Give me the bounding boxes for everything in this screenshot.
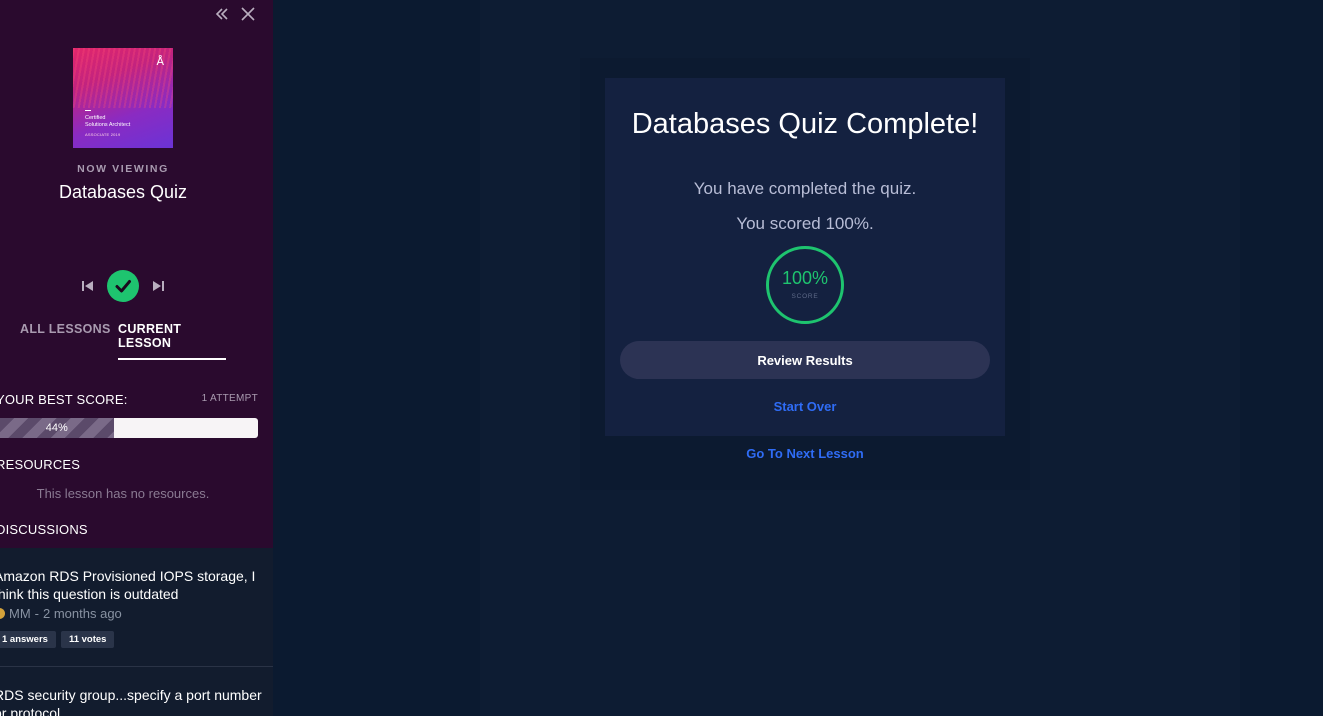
lesson-player-controls <box>79 270 167 302</box>
discussion-question[interactable]: RDS security group...specify a port numb… <box>0 686 273 716</box>
answers-badge: 1 answers <box>0 631 56 648</box>
cover-subtitle: ASSOCIATE 2019 <box>85 132 121 137</box>
discussion-tags: 1 answers 11 votes <box>0 631 273 648</box>
discussion-time: 2 months ago <box>43 606 122 621</box>
skip-next-icon[interactable] <box>149 277 167 295</box>
no-resources-text: This lesson has no resources. <box>36 486 210 501</box>
tab-current-lesson[interactable]: CURRENT LESSON <box>118 322 226 360</box>
score-label: SCORE <box>791 293 819 300</box>
lesson-tabs: ALL LESSONS CURRENT LESSON <box>0 322 273 360</box>
completed-message: You have completed the quiz. <box>693 179 917 198</box>
score-message: You scored 100%. <box>736 214 874 233</box>
double-chevron-left-icon[interactable] <box>213 5 231 23</box>
score-ring: 100% SCORE <box>766 246 844 324</box>
acloud-logo-icon: Å <box>156 55 164 68</box>
sidebar-controls <box>213 5 257 23</box>
course-cover-image: Å Certified Solutions Architect ASSOCIAT… <box>73 48 173 148</box>
cover-title: Certified Solutions Architect <box>85 115 131 128</box>
score-percent: 100% <box>781 268 829 288</box>
discussion-item[interactable]: Amazon RDS Provisioned IOPS storage, I t… <box>0 567 273 648</box>
discussions-heading: DISCUSSIONS <box>0 522 88 537</box>
skip-previous-icon[interactable] <box>79 277 97 295</box>
tab-all-lessons[interactable]: ALL LESSONS <box>20 322 111 344</box>
best-score-value: 44% <box>45 422 68 434</box>
page-title: Databases Quiz Complete! <box>631 108 979 140</box>
start-over-link[interactable]: Start Over <box>605 399 1005 414</box>
votes-badge: 11 votes <box>60 631 115 648</box>
quiz-complete-card: Databases Quiz Complete! You have comple… <box>605 78 1005 436</box>
now-viewing-label: NOW VIEWING <box>77 163 169 175</box>
go-to-next-lesson-link[interactable]: Go To Next Lesson <box>605 446 1005 461</box>
close-icon[interactable] <box>239 5 257 23</box>
discussion-item[interactable]: RDS security group...specify a port numb… <box>0 686 273 716</box>
resources-heading: RESOURCES <box>0 457 81 472</box>
discussion-meta: MM - 2 months ago <box>0 606 273 621</box>
review-results-button[interactable]: Review Results <box>620 341 990 379</box>
sidebar: Å Certified Solutions Architect ASSOCIAT… <box>0 0 273 716</box>
avatar <box>0 608 5 619</box>
attempt-count: 1 ATTEMPT <box>201 393 258 404</box>
best-score-label: YOUR BEST SCORE: <box>0 392 128 407</box>
discussion-author: MM <box>9 606 31 621</box>
discussion-question[interactable]: Amazon RDS Provisioned IOPS storage, I t… <box>0 567 273 603</box>
divider <box>0 666 273 667</box>
lesson-title: Databases Quiz <box>58 182 188 202</box>
best-score-bar: 44% <box>0 418 258 438</box>
lesson-complete-check-icon[interactable] <box>107 270 139 302</box>
best-score-fill: 44% <box>0 418 114 438</box>
